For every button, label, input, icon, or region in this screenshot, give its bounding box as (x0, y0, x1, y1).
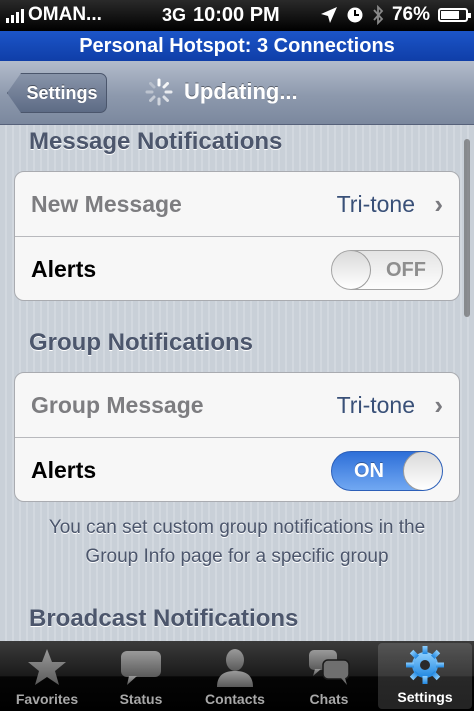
group-notifications-footnote: You can set custom group notifications i… (48, 517, 426, 567)
message-alerts-toggle[interactable]: OFF (331, 250, 443, 290)
carrier-info: OMAN... (6, 4, 102, 26)
back-button[interactable]: Settings (7, 73, 107, 113)
message-notifications-group: New Message Tri-tone › Alerts OFF (14, 171, 460, 301)
battery-icon (438, 8, 471, 22)
tab-status[interactable]: Status (94, 641, 188, 711)
chevron-right-icon: › (434, 389, 443, 420)
broadcast-notifications-header: Broadcast Notifications (29, 605, 299, 632)
loading-spinner-icon (145, 78, 173, 106)
settings-content[interactable]: Message Notifications New Message Tri-to… (0, 125, 474, 641)
message-alerts-label: Alerts (31, 255, 97, 282)
toggle-knob (403, 452, 442, 490)
speech-bubble-icon (121, 651, 161, 685)
battery-percent: 76% (391, 4, 430, 25)
status-bar: OMAN... 3G 10:00 PM 76% (0, 0, 474, 31)
message-alerts-row: Alerts OFF (15, 237, 459, 300)
tab-favorites[interactable]: Favorites (0, 641, 94, 711)
status-right: 76% (320, 4, 471, 26)
signal-strength-icon (6, 7, 24, 23)
battery-fill (441, 11, 459, 19)
group-message-tone: Tri-tone (336, 391, 415, 418)
nav-title-text: Updating... (184, 79, 298, 104)
new-message-label: New Message (31, 190, 182, 217)
tab-chats[interactable]: Chats (282, 641, 376, 711)
group-notifications-header: Group Notifications (29, 329, 253, 356)
clock: 10:00 PM (193, 4, 280, 26)
hotspot-text: Personal Hotspot: 3 Connections (79, 34, 395, 57)
group-alerts-toggle[interactable]: ON (331, 451, 443, 491)
message-notifications-header: Message Notifications (29, 128, 283, 155)
chevron-right-icon: › (434, 188, 443, 219)
carrier-name: OMAN... (28, 4, 102, 25)
new-message-tone: Tri-tone (336, 190, 415, 217)
tab-bar: Favorites Status Contacts Chats Settings (0, 641, 474, 711)
tab-label: Status (119, 691, 163, 707)
tab-contacts[interactable]: Contacts (188, 641, 282, 711)
tab-label: Contacts (205, 691, 265, 707)
tab-settings[interactable]: Settings (378, 643, 472, 709)
tab-label: Settings (397, 689, 453, 705)
person-icon (217, 649, 253, 687)
tab-label: Favorites (15, 691, 79, 707)
back-button-label: Settings (26, 82, 98, 103)
personal-hotspot-banner[interactable]: Personal Hotspot: 3 Connections (0, 31, 474, 61)
group-message-label: Group Message (31, 391, 204, 418)
toggle-knob (332, 251, 371, 289)
scrollbar[interactable] (464, 139, 470, 317)
tab-label: Chats (309, 691, 349, 707)
navigation-bar: Settings Updating... (0, 61, 474, 125)
location-arrow-icon (320, 7, 337, 23)
toggle-state-label: ON (354, 460, 384, 482)
group-alerts-row: Alerts ON (15, 438, 459, 501)
network-type: 3G (162, 5, 187, 25)
new-message-row[interactable]: New Message Tri-tone › (15, 172, 459, 237)
toggle-state-label: OFF (386, 259, 426, 281)
star-icon (28, 649, 66, 685)
group-notifications-group: Group Message Tri-tone › Alerts ON (14, 372, 460, 502)
bluetooth-icon (373, 5, 384, 25)
alarm-clock-icon (347, 7, 363, 23)
chat-bubbles-icon (309, 650, 350, 685)
group-message-row[interactable]: Group Message Tri-tone › (15, 373, 459, 438)
gear-icon (406, 646, 444, 684)
nav-title: Updating... (144, 77, 298, 107)
group-alerts-label: Alerts (31, 456, 97, 483)
